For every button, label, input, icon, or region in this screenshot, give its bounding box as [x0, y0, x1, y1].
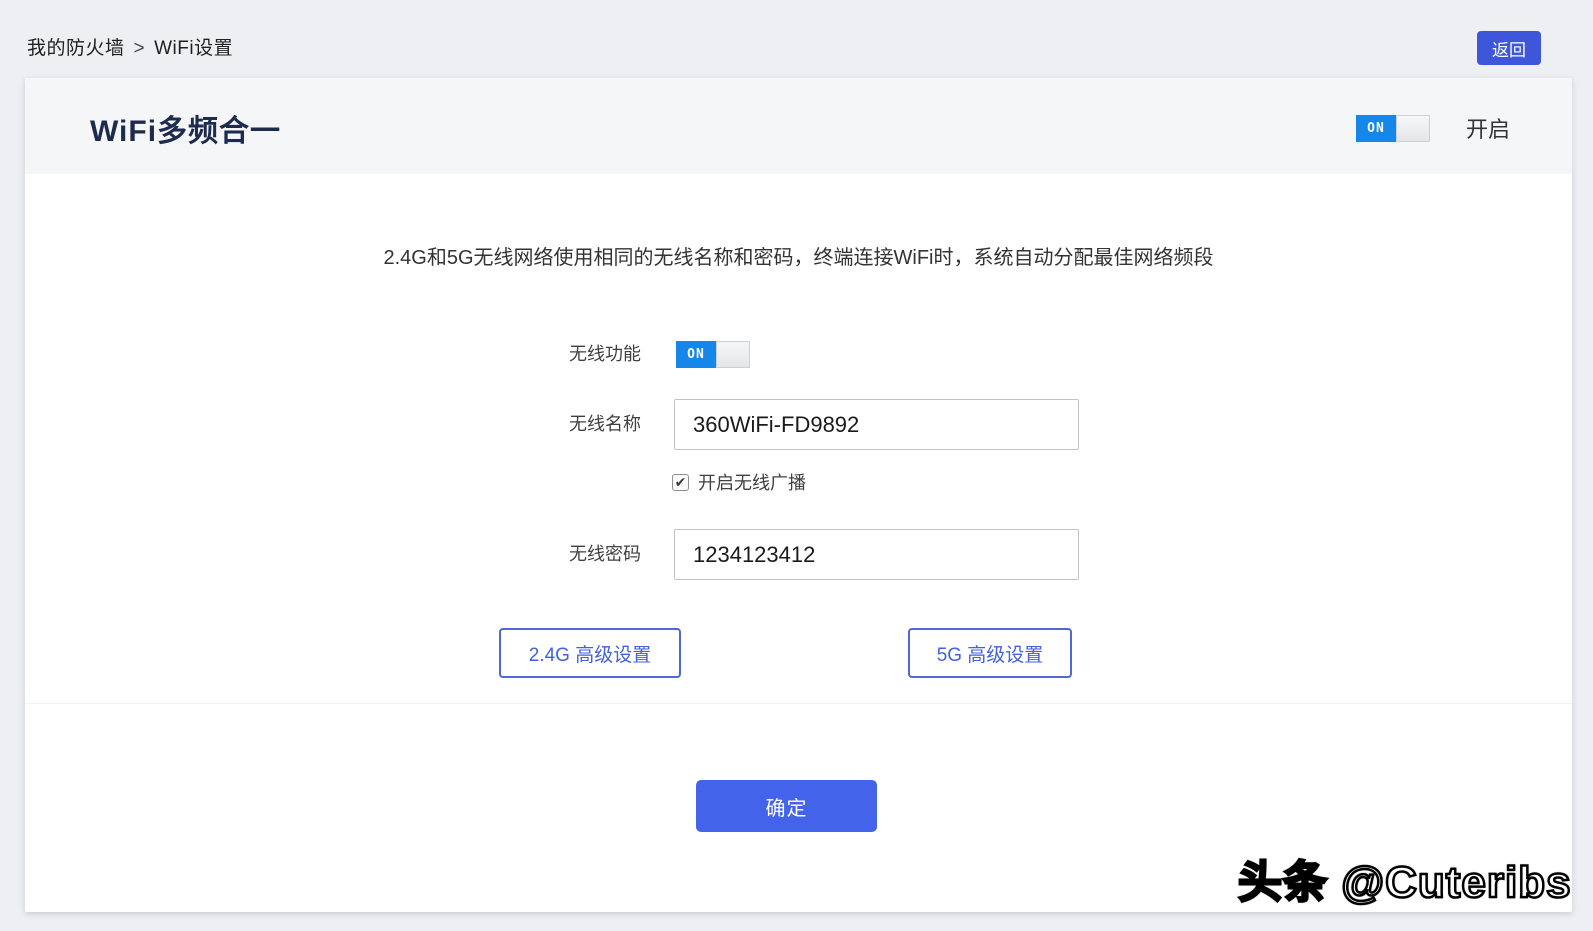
wifi-settings-panel: WiFi多频合一 ON 开启 2.4G和5G无线网络使用相同的无线名称和密码，终… [25, 78, 1572, 912]
panel-header: WiFi多频合一 ON 开启 [25, 78, 1572, 174]
breadcrumb-parent[interactable]: 我的防火墙 [27, 38, 125, 59]
confirm-button[interactable]: 确定 [696, 780, 877, 832]
wireless-password-input[interactable] [674, 529, 1079, 580]
master-toggle-state-label: 开启 [1465, 117, 1510, 142]
wifi-merge-toggle[interactable]: ON [1355, 114, 1430, 142]
master-toggle-group: ON 开启 [1355, 112, 1510, 144]
wireless-name-input[interactable] [674, 399, 1079, 450]
breadcrumb-separator: > [133, 38, 146, 59]
advanced-24g-button[interactable]: 2.4G 高级设置 [499, 628, 681, 678]
toggle-handle [716, 341, 750, 368]
broadcast-checkbox-label: 开启无线广播 [698, 473, 806, 493]
feature-description: 2.4G和5G无线网络使用相同的无线名称和密码，终端连接WiFi时，系统自动分配… [383, 247, 1214, 269]
section-divider [25, 703, 1572, 704]
watermark: 头条 @Cuteribs [1237, 857, 1572, 909]
advanced-5g-button[interactable]: 5G 高级设置 [908, 628, 1072, 678]
page-title: WiFi多频合一 [90, 115, 282, 148]
broadcast-checkbox-row[interactable]: ✔ 开启无线广播 [672, 469, 806, 495]
back-button[interactable]: 返回 [1477, 31, 1541, 65]
wireless-password-label: 无线密码 [569, 544, 641, 564]
breadcrumb-current: WiFi设置 [154, 38, 234, 59]
wireless-function-toggle[interactable]: ON [676, 341, 750, 368]
wireless-name-label: 无线名称 [569, 414, 641, 434]
breadcrumb: 我的防火墙 > WiFi设置 [27, 33, 233, 60]
toggle-on-segment: ON [1355, 114, 1396, 142]
wireless-function-label: 无线功能 [569, 344, 641, 364]
toggle-handle [1395, 114, 1430, 142]
check-icon: ✔ [674, 474, 687, 490]
toggle-on-segment: ON [676, 341, 716, 368]
broadcast-checkbox[interactable]: ✔ [672, 473, 689, 491]
